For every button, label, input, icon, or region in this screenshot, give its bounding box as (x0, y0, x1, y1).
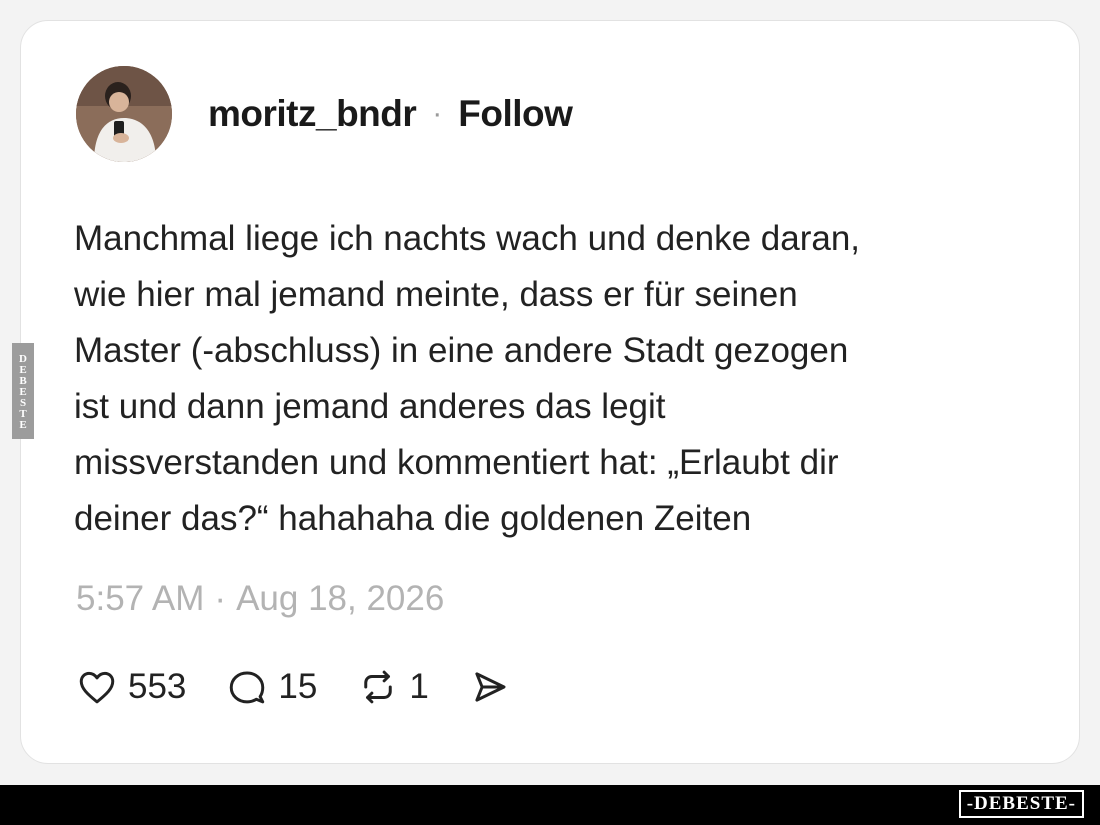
side-watermark: DEBESTE (12, 343, 34, 439)
post-card: moritz_bndr · Follow Manchmal liege ich … (20, 20, 1080, 764)
repost-count: 1 (409, 667, 429, 706)
post-header: moritz_bndr · Follow (76, 66, 573, 162)
follow-button[interactable]: Follow (458, 93, 573, 135)
post-timestamp: 5:57 AM · Aug 18, 2026 (76, 579, 444, 619)
timestamp-separator: · (214, 579, 227, 618)
like-button[interactable]: 553 (76, 666, 186, 708)
like-count: 553 (128, 667, 187, 706)
post-text: Manchmal liege ich nachts wach und denke… (74, 219, 861, 538)
comment-button[interactable]: 15 (226, 666, 317, 708)
post-time: 5:57 AM (76, 579, 205, 618)
post-date: Aug 18, 2026 (236, 579, 445, 618)
repost-button[interactable]: 1 (357, 666, 429, 708)
action-bar: 553 15 1 (76, 666, 551, 708)
heart-icon (79, 671, 115, 704)
comment-icon (230, 671, 265, 704)
username-link[interactable]: moritz_bndr (208, 93, 417, 135)
share-button[interactable] (469, 666, 511, 708)
avatar-image (76, 66, 172, 162)
send-icon (475, 672, 506, 702)
comment-count: 15 (278, 667, 318, 706)
avatar[interactable] (76, 66, 172, 162)
repost-icon (364, 670, 393, 704)
bottom-watermark: -DEBESTE- (958, 790, 1084, 818)
header-separator: · (432, 97, 443, 130)
bottom-watermark-bar: -DEBESTE- (0, 785, 1100, 825)
